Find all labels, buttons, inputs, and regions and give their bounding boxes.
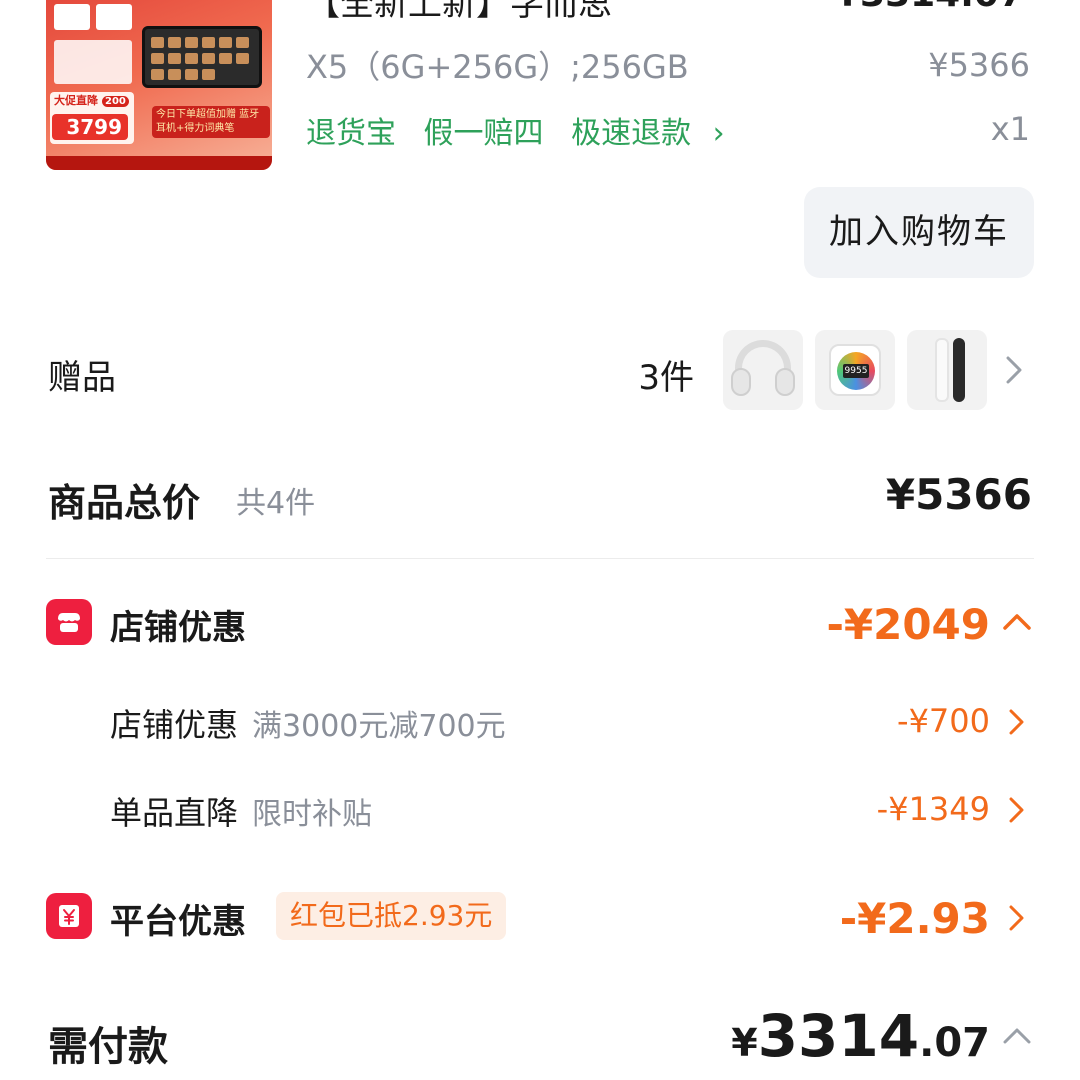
red-packet-tag: 红包已抵2.93元 xyxy=(276,892,507,940)
discount-row-value: -¥700 xyxy=(897,702,990,740)
tablet-image xyxy=(142,26,262,88)
divider xyxy=(46,558,1034,559)
shop-icon xyxy=(46,599,92,645)
gift-count: 3件 xyxy=(638,358,694,398)
service-guarantee: 假一赔四 xyxy=(423,116,544,151)
clock-icon[interactable]: 9955 xyxy=(815,330,895,410)
promo-tag: 大促直降 200 xyxy=(54,92,129,108)
discount-row-note: 限时补贴 xyxy=(252,797,373,832)
shop-discount-value[interactable]: -¥2049 xyxy=(826,600,990,649)
payment-amount[interactable]: ¥3314.07 xyxy=(731,1002,990,1070)
discount-row-note: 满3000元减700元 xyxy=(252,709,506,744)
product-name[interactable]: 【全新上新】学而思 xyxy=(306,0,612,25)
product-variant[interactable]: X5（6G+256G）;256GB xyxy=(306,42,689,88)
product-price: ¥3314.07 xyxy=(835,0,1024,15)
total-label: 商品总价 xyxy=(48,481,201,525)
chevron-right-icon[interactable] xyxy=(1006,902,1028,934)
discount-row-value: -¥1349 xyxy=(876,790,990,828)
chevron-right-icon[interactable] xyxy=(1006,706,1028,738)
gift-label: 赠品 xyxy=(48,358,116,398)
chevron-up-icon[interactable] xyxy=(1001,610,1033,634)
payment-label: 需付款 xyxy=(48,1024,168,1070)
service-tags[interactable]: 退货宝 假一赔四 极速退款 › xyxy=(306,108,743,152)
platform-discount-value[interactable]: -¥2.93 xyxy=(840,894,990,943)
discount-row-label: 单品直降 xyxy=(110,794,239,832)
discount-row[interactable]: 单品直降 限时补贴 xyxy=(110,788,372,834)
chevron-right-icon[interactable] xyxy=(1006,794,1028,826)
payment-decimal: .07 xyxy=(919,1020,990,1066)
promo-note: 今日下单超值加赠 蓝牙耳机+得力词典笔 xyxy=(152,106,270,138)
thumb-strip xyxy=(46,156,272,170)
clock-display: 9955 xyxy=(843,364,869,378)
thumb-card xyxy=(54,4,90,30)
shop-discount-label: 店铺优惠 xyxy=(110,608,246,648)
quantity: x1 xyxy=(990,110,1030,148)
platform-discount-label: 平台优惠 xyxy=(110,902,246,942)
promo-price: 3799 xyxy=(52,114,128,140)
payment-currency: ¥ xyxy=(731,1021,758,1065)
headphones-icon[interactable] xyxy=(723,330,803,410)
discount-row[interactable]: 店铺优惠 满3000元减700元 xyxy=(110,700,506,746)
product-thumbnail[interactable]: 大促直降 200 3799 今日下单超值加赠 蓝牙耳机+得力词典笔 xyxy=(46,0,272,170)
chevron-right-icon: › xyxy=(712,116,725,151)
total-count: 共4件 xyxy=(236,486,316,521)
payment-integer: 3314 xyxy=(757,1002,920,1070)
total-value: ¥5366 xyxy=(885,470,1032,519)
thumb-card xyxy=(54,40,132,84)
discount-row-label: 店铺优惠 xyxy=(110,706,239,744)
original-price: ¥5366 xyxy=(928,46,1030,84)
service-return: 退货宝 xyxy=(306,116,396,151)
thumb-card xyxy=(96,4,132,30)
yen-icon xyxy=(46,893,92,939)
pen-icon[interactable] xyxy=(907,330,987,410)
add-to-cart-button[interactable]: 加入购物车 xyxy=(804,187,1034,278)
chevron-right-icon[interactable] xyxy=(1003,352,1027,388)
chevron-up-icon[interactable] xyxy=(1001,1024,1033,1048)
service-refund: 极速退款 xyxy=(571,116,692,151)
